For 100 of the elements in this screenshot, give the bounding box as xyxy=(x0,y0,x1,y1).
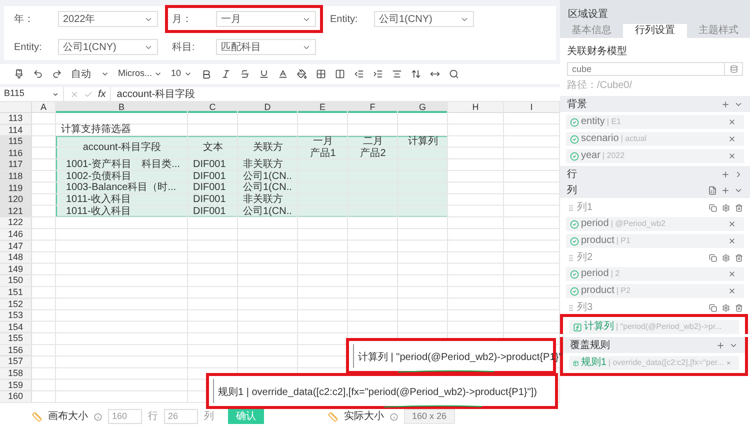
column-header[interactable]: C xyxy=(188,102,238,113)
settings-icon[interactable] xyxy=(722,254,730,262)
chevron-down-icon xyxy=(52,90,59,98)
drag-handle-icon[interactable] xyxy=(567,304,575,312)
italic-icon[interactable] xyxy=(221,69,232,79)
chevron-right-icon[interactable] xyxy=(734,170,743,178)
drag-handle-icon[interactable] xyxy=(567,254,575,262)
model-label: 关联财务模型 xyxy=(567,44,628,59)
field-chip[interactable]: period | @Period_wb2 xyxy=(566,217,744,231)
formula-input[interactable]: account-科目字段 xyxy=(116,86,196,102)
column-header[interactable]: G xyxy=(398,102,448,113)
row-header[interactable]: 113 xyxy=(0,113,32,125)
close-icon[interactable] xyxy=(728,237,736,245)
add-icon[interactable] xyxy=(716,340,725,350)
close-icon[interactable] xyxy=(728,118,736,126)
column-header[interactable]: E xyxy=(298,102,348,113)
delete-icon[interactable] xyxy=(735,304,743,312)
indent-increase-icon[interactable] xyxy=(373,69,384,79)
redo-icon[interactable] xyxy=(52,69,62,79)
panel-tab[interactable]: 行列设置 xyxy=(623,24,687,38)
section-header[interactable]: 列 xyxy=(560,182,750,198)
add-icon[interactable] xyxy=(721,100,730,108)
add-group-icon[interactable] xyxy=(708,186,717,194)
row-header[interactable]: 153 xyxy=(0,310,32,322)
borders-icon[interactable] xyxy=(316,69,326,79)
close-icon[interactable] xyxy=(728,220,736,228)
strikethrough-icon[interactable] xyxy=(240,69,250,79)
column-header[interactable]: I xyxy=(504,102,560,113)
chip-name: 规则1 xyxy=(580,358,606,368)
column-width-icon[interactable] xyxy=(430,69,440,79)
check-circle-icon xyxy=(570,220,579,228)
fill-color-icon[interactable] xyxy=(297,69,308,79)
field-chip[interactable]: period | 2 xyxy=(566,267,744,281)
table-cell-text: 产品1 xyxy=(309,148,337,160)
field-chip[interactable]: scenario | actual xyxy=(566,132,744,146)
settings-icon[interactable] xyxy=(722,304,730,312)
column-header[interactable]: B xyxy=(56,102,188,113)
table-cell-text: 关联方 xyxy=(252,140,284,155)
columns-unit: 列 xyxy=(204,410,214,424)
format-painter-icon[interactable] xyxy=(14,69,24,79)
column-header[interactable]: D xyxy=(238,102,298,113)
delete-icon[interactable] xyxy=(735,204,743,212)
close-icon[interactable] xyxy=(728,270,736,278)
table-cell-text: 计算支持筛选器 xyxy=(60,124,132,136)
field-chip[interactable]: entity | E1 xyxy=(566,115,744,129)
copy-icon[interactable] xyxy=(709,304,717,312)
field-chip[interactable]: year | 2022 xyxy=(566,149,744,163)
close-icon[interactable] xyxy=(728,152,736,160)
filter-label: 科目: xyxy=(172,40,196,54)
chip-name: year xyxy=(581,151,600,161)
actual-size-label: 实际大小 xyxy=(344,410,384,424)
row-header[interactable]: 120 xyxy=(0,194,32,206)
name-box[interactable]: B115 xyxy=(0,87,64,101)
model-path: 路径：/Cube0/ xyxy=(567,79,634,93)
font-dropdown[interactable]: Micros... xyxy=(118,67,162,81)
font-color-icon[interactable] xyxy=(278,69,288,79)
filter-dropdown[interactable]: 一月 xyxy=(216,11,316,27)
filter-dropdown[interactable]: 公司1(CNY) xyxy=(374,11,474,27)
undo-icon[interactable] xyxy=(33,69,43,79)
check-circle-icon xyxy=(570,152,579,160)
bold-icon[interactable] xyxy=(201,68,212,80)
wrap-dropdown[interactable]: 自动 xyxy=(71,66,109,82)
delete-icon[interactable] xyxy=(735,254,743,262)
drag-handle-icon[interactable] xyxy=(567,204,575,212)
add-icon[interactable] xyxy=(721,186,730,194)
filter-dropdown[interactable]: 2022年 xyxy=(58,11,158,27)
indent-decrease-icon[interactable] xyxy=(354,69,364,79)
field-chip[interactable]: product | P2 xyxy=(566,284,744,298)
align-center-icon[interactable] xyxy=(392,69,402,79)
table-cell-text: 公司1(CN.. xyxy=(242,182,293,194)
merge-cells-icon[interactable] xyxy=(335,69,346,79)
add-icon[interactable] xyxy=(721,170,730,178)
row-header[interactable]: 115 xyxy=(0,136,32,148)
row-header[interactable]: 148 xyxy=(0,252,32,264)
column-header[interactable]: F xyxy=(348,102,398,113)
section-header[interactable]: 覆盖规则 xyxy=(563,337,745,353)
section-header[interactable]: 背景 xyxy=(560,96,750,112)
chip-value: | E1 xyxy=(606,118,622,126)
close-icon[interactable] xyxy=(726,359,731,367)
section-header[interactable]: 行 xyxy=(560,166,750,182)
settings-icon[interactable] xyxy=(722,204,730,212)
copy-icon[interactable] xyxy=(709,204,717,212)
close-icon[interactable] xyxy=(728,287,736,295)
field-chip[interactable]: product | P1 xyxy=(566,234,744,248)
chip-value: | P2 xyxy=(616,287,632,295)
row-header[interactable]: 158 xyxy=(0,368,32,380)
close-icon[interactable] xyxy=(728,135,736,143)
group-title: 列3 xyxy=(577,302,594,312)
chip-value: | 2 xyxy=(610,270,621,278)
font-size-dropdown[interactable]: 10 xyxy=(171,67,192,81)
column-header[interactable]: A xyxy=(32,102,56,113)
column-header[interactable]: H xyxy=(448,102,504,113)
table-cell-text: 1001-资产科目 科目类... xyxy=(65,159,181,170)
filter-dropdown[interactable]: 公司1(CNY) xyxy=(58,39,158,55)
underline-icon[interactable] xyxy=(259,69,270,79)
table-cell-text: 二月 xyxy=(362,136,384,148)
copy-icon[interactable] xyxy=(709,254,717,262)
search-icon[interactable] xyxy=(449,69,460,79)
filter-dropdown[interactable]: 匹配科目 xyxy=(216,39,316,55)
vertical-align-icon[interactable] xyxy=(411,69,422,79)
